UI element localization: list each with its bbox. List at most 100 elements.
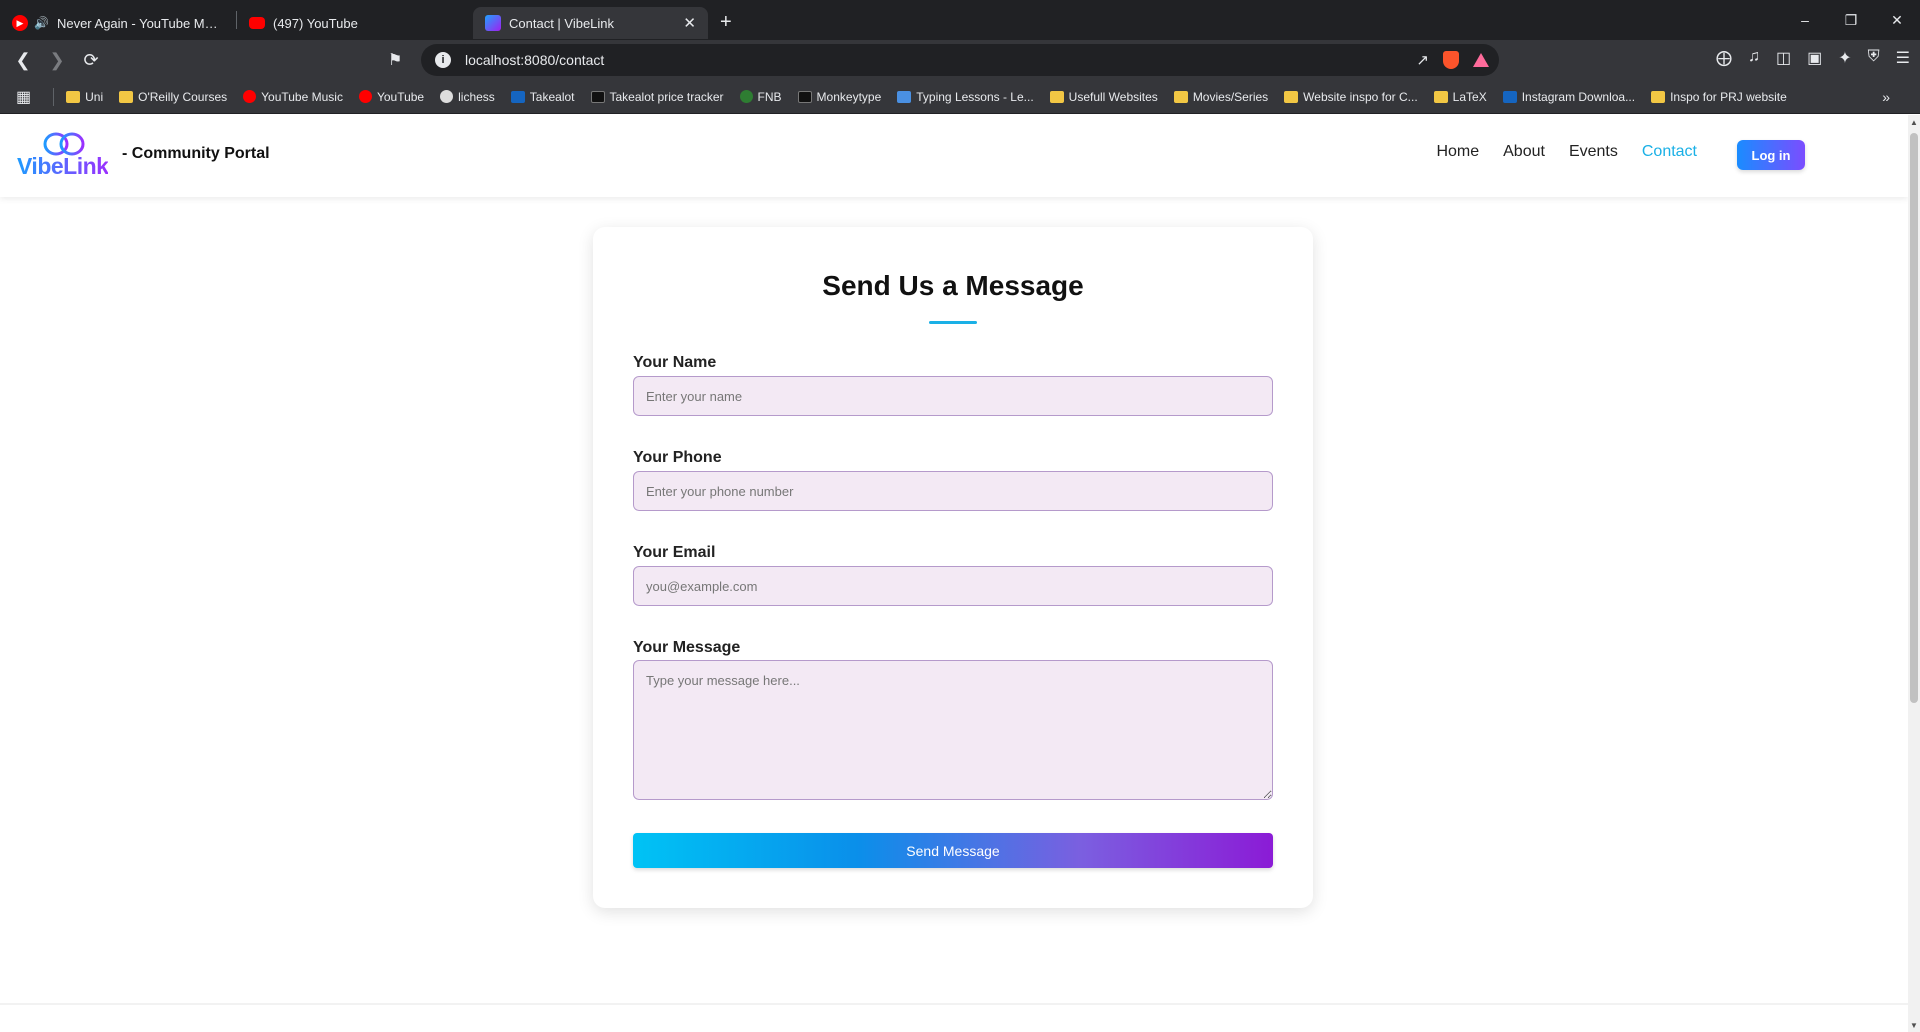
share-icon[interactable]: ↗ bbox=[1416, 51, 1429, 69]
browser-tab-vibelink[interactable]: Contact | VibeLink ✕ bbox=[473, 7, 708, 39]
bookmark-item[interactable]: lichess bbox=[440, 90, 495, 104]
name-label: Your Name bbox=[633, 354, 717, 371]
bookmark-item[interactable]: YouTube Music bbox=[243, 90, 343, 104]
site-header: VibeLink - Community Portal Home About E… bbox=[0, 115, 1908, 197]
message-textarea[interactable] bbox=[633, 660, 1273, 800]
minimize-icon[interactable]: – bbox=[1782, 0, 1828, 40]
bookmark-label: Website inspo for C... bbox=[1303, 89, 1418, 104]
main-nav: Home About Events Contact bbox=[1436, 143, 1697, 161]
apps-grid-icon[interactable]: ▦ bbox=[16, 87, 31, 107]
more-bookmarks-icon[interactable]: » bbox=[1882, 89, 1890, 105]
bookmark-label: Takealot bbox=[529, 89, 575, 104]
site-favicon-icon bbox=[797, 90, 812, 103]
bookmark-icon[interactable]: ⚑ bbox=[388, 50, 402, 70]
url-text[interactable]: localhost:8080/contact bbox=[465, 52, 604, 68]
site-info-icon[interactable]: i bbox=[435, 52, 451, 68]
bookmark-item[interactable]: Typing Lessons - Le... bbox=[897, 89, 1034, 104]
tab-title: Contact | VibeLink bbox=[509, 15, 615, 31]
close-tab-icon[interactable]: ✕ bbox=[683, 14, 696, 32]
site-favicon-icon bbox=[358, 90, 372, 103]
nav-link-events[interactable]: Events bbox=[1569, 143, 1618, 161]
bookmark-label: Typing Lessons - Le... bbox=[916, 89, 1034, 104]
site-favicon-icon bbox=[510, 90, 525, 103]
brave-rewards-icon[interactable] bbox=[1473, 53, 1489, 67]
vibelink-logo[interactable]: VibeLink bbox=[17, 131, 109, 181]
bookmark-item[interactable]: Instagram Downloa... bbox=[1502, 89, 1636, 104]
folder-icon bbox=[1049, 90, 1064, 103]
wallet-icon[interactable]: ▣ bbox=[1807, 48, 1822, 68]
site-favicon-icon bbox=[590, 90, 605, 103]
site-favicon-icon bbox=[739, 90, 753, 103]
address-bar[interactable]: i localhost:8080/contact ↗ bbox=[421, 44, 1499, 76]
youtube-music-icon: ▶ bbox=[12, 15, 28, 31]
scroll-down-icon[interactable]: ▼ bbox=[1908, 1018, 1920, 1032]
bookmark-item[interactable]: Website inspo for C... bbox=[1284, 90, 1418, 104]
browser-tab-youtube[interactable]: (497) YouTube bbox=[237, 7, 473, 39]
heading-underline bbox=[929, 321, 977, 324]
browser-toolbar: ❮ ❯ ⟳ ⚑ i localhost:8080/contact ↗ ⨁ ♫ ◫… bbox=[0, 40, 1920, 80]
nav-link-contact[interactable]: Contact bbox=[1642, 143, 1697, 161]
media-icon[interactable]: ♫ bbox=[1748, 48, 1760, 68]
new-tab-button[interactable]: + bbox=[720, 11, 732, 34]
phone-label: Your Phone bbox=[633, 449, 722, 466]
logo-wordmark: VibeLink bbox=[17, 153, 109, 179]
toolbar-extensions: ⨁ ♫ ◫ ▣ ✦ ⛨ ☰ bbox=[1716, 48, 1910, 68]
bookmark-label: O'Reilly Courses bbox=[138, 89, 228, 104]
email-label: Your Email bbox=[633, 544, 716, 561]
nav-link-about[interactable]: About bbox=[1503, 143, 1545, 161]
vpn-icon[interactable]: ⛨ bbox=[1868, 48, 1880, 68]
restore-icon[interactable]: ❐ bbox=[1828, 0, 1874, 40]
site-favicon-icon bbox=[440, 90, 454, 103]
browser-tab-strip: ▶ 🔊 Never Again - YouTube Music (497) Yo… bbox=[0, 0, 1920, 40]
browser-tab-youtube-music[interactable]: ▶ 🔊 Never Again - YouTube Music bbox=[0, 7, 236, 39]
folder-icon bbox=[1651, 90, 1666, 103]
message-label: Your Message bbox=[633, 639, 741, 656]
bookmark-label: YouTube bbox=[376, 89, 425, 104]
folder-icon bbox=[1173, 90, 1188, 103]
back-icon[interactable]: ❮ bbox=[8, 45, 38, 75]
bookmark-item[interactable]: O'Reilly Courses bbox=[119, 90, 227, 104]
phone-input[interactable] bbox=[633, 471, 1273, 511]
login-button[interactable]: Log in bbox=[1737, 140, 1805, 170]
speaker-icon[interactable]: 🔊 bbox=[34, 16, 49, 30]
bookmark-label: lichess bbox=[458, 89, 495, 104]
send-message-button[interactable]: Send Message bbox=[633, 833, 1273, 868]
bookmark-label: Inspo for PRJ website bbox=[1670, 89, 1787, 104]
folder-icon bbox=[1284, 90, 1299, 103]
email-input[interactable] bbox=[633, 566, 1273, 606]
bookmark-label: YouTube Music bbox=[261, 89, 343, 104]
name-input[interactable] bbox=[633, 376, 1273, 416]
bookmark-item[interactable]: Uni bbox=[66, 90, 103, 104]
bookmark-item[interactable]: YouTube bbox=[358, 89, 425, 104]
bookmark-label: Movies/Series bbox=[1192, 89, 1269, 104]
bookmark-label: LaTeX bbox=[1452, 89, 1487, 104]
scroll-up-icon[interactable]: ▲ bbox=[1908, 115, 1920, 129]
bookmark-item[interactable]: Takealot bbox=[510, 89, 575, 104]
footer-divider bbox=[0, 1003, 1908, 1005]
bookmark-item[interactable]: Takealot price tracker bbox=[590, 89, 724, 104]
page-viewport: VibeLink - Community Portal Home About E… bbox=[0, 115, 1908, 1032]
bookmark-item[interactable]: Usefull Websites bbox=[1049, 89, 1158, 104]
sidebar-icon[interactable]: ◫ bbox=[1776, 48, 1791, 68]
leo-ai-icon[interactable]: ✦ bbox=[1838, 48, 1851, 68]
page-scrollbar[interactable]: ▲ ▼ bbox=[1908, 115, 1920, 1032]
forward-icon[interactable]: ❯ bbox=[42, 45, 72, 75]
bookmark-item[interactable]: Inspo for PRJ website bbox=[1651, 90, 1787, 104]
scrollbar-thumb[interactable] bbox=[1910, 133, 1918, 703]
bookmark-label: Takealot price tracker bbox=[609, 89, 724, 104]
menu-icon[interactable]: ☰ bbox=[1896, 48, 1910, 68]
brave-shields-icon[interactable] bbox=[1443, 51, 1459, 69]
bookmark-label: Usefull Websites bbox=[1068, 89, 1158, 104]
bookmark-item[interactable]: Monkeytype bbox=[797, 89, 882, 104]
bookmark-item[interactable]: FNB bbox=[739, 89, 782, 104]
nav-link-home[interactable]: Home bbox=[1436, 143, 1479, 161]
extensions-icon[interactable]: ⨁ bbox=[1716, 48, 1732, 68]
bookmark-label: Uni bbox=[85, 89, 104, 104]
bookmark-item[interactable]: LaTeX bbox=[1433, 89, 1487, 104]
bookmark-label: Instagram Downloa... bbox=[1521, 89, 1636, 104]
bookmark-item[interactable]: Movies/Series bbox=[1173, 89, 1269, 104]
bookmark-label: Monkeytype bbox=[816, 89, 882, 104]
reload-icon[interactable]: ⟳ bbox=[76, 45, 106, 75]
close-window-icon[interactable]: ✕ bbox=[1874, 0, 1920, 40]
bookmark-label: FNB bbox=[757, 89, 782, 104]
